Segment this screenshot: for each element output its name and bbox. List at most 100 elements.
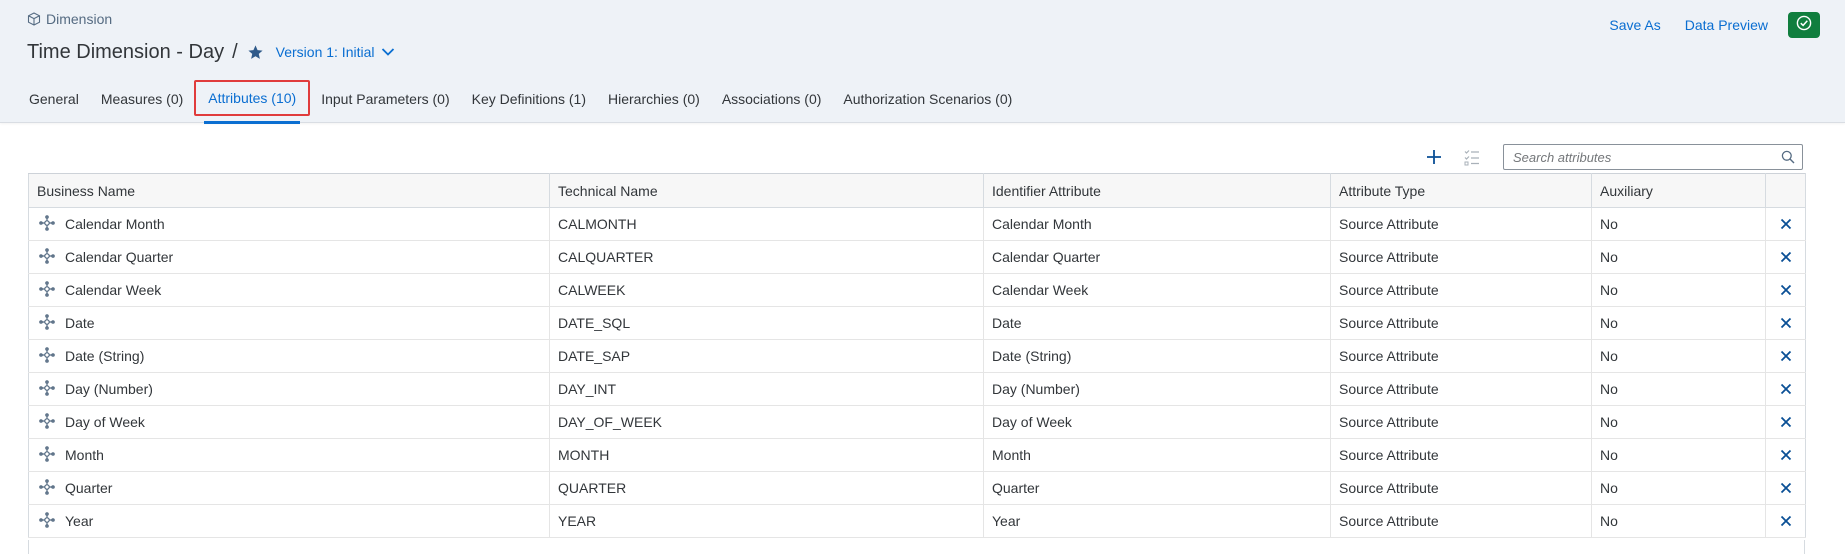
cell-auxiliary: No	[1591, 471, 1766, 505]
close-icon[interactable]	[1774, 218, 1797, 230]
tab-bar: General Measures (0) Attributes (10) Inp…	[18, 80, 1023, 124]
cell-attribute-type: Source Attribute	[1330, 339, 1592, 373]
cell-technical-name: DAY_INT	[549, 372, 984, 406]
cell-actions	[1765, 471, 1806, 505]
attributes-table: Business Name Technical Name Identifier …	[28, 173, 1806, 538]
version-selector[interactable]: Version 1: Initial	[276, 44, 395, 60]
cell-actions	[1765, 405, 1806, 439]
close-icon[interactable]	[1774, 416, 1797, 428]
attribute-icon	[39, 511, 55, 531]
tab-measures[interactable]: Measures (0)	[90, 84, 194, 114]
column-header-technical-name[interactable]: Technical Name	[549, 173, 984, 208]
cell-actions	[1765, 504, 1806, 538]
cell-actions	[1765, 240, 1806, 274]
plus-icon[interactable]	[1421, 144, 1447, 170]
chevron-down-icon	[381, 44, 395, 60]
table-row[interactable]: Year YEAR Year Source Attribute No	[28, 504, 1806, 538]
cell-attribute-type: Source Attribute	[1330, 306, 1592, 340]
cell-technical-name: DATE_SQL	[549, 306, 984, 340]
cell-technical-name: MONTH	[549, 438, 984, 472]
business-name-text: Year	[65, 513, 94, 529]
data-preview-button[interactable]: Data Preview	[1673, 12, 1780, 38]
checklist-icon[interactable]	[1459, 144, 1485, 170]
cell-identifier-attribute: Date (String)	[983, 339, 1331, 373]
cell-identifier-attribute: Calendar Quarter	[983, 240, 1331, 274]
tab-input-parameters[interactable]: Input Parameters (0)	[310, 84, 460, 114]
cell-attribute-type: Source Attribute	[1330, 240, 1592, 274]
save-as-button[interactable]: Save As	[1597, 12, 1672, 38]
tab-attributes[interactable]: Attributes (10)	[194, 80, 311, 124]
table-row[interactable]: Calendar Week CALWEEK Calendar Week Source …	[28, 273, 1806, 307]
table-row[interactable]: Month MONTH Month Source Attribute No	[28, 438, 1806, 472]
breadcrumb-label[interactable]: Dimension	[46, 11, 112, 27]
search-icon[interactable]	[1774, 150, 1802, 164]
column-header-auxiliary[interactable]: Auxiliary	[1591, 173, 1766, 208]
table-row[interactable]: Quarter QUARTER Quarter Source Attribute No	[28, 471, 1806, 505]
cell-technical-name: CALMONTH	[549, 207, 984, 241]
business-name-text: Date	[65, 315, 95, 331]
search-field	[1503, 144, 1803, 170]
title-row: Time Dimension - Day / Version 1: Initia…	[27, 38, 395, 66]
column-header-attribute-type[interactable]: Attribute Type	[1330, 173, 1592, 208]
cell-auxiliary: No	[1591, 207, 1766, 241]
cell-technical-name: CALWEEK	[549, 273, 984, 307]
close-icon[interactable]	[1774, 515, 1797, 527]
table-row[interactable]: Calendar Quarter CALQUARTER Calendar Quart…	[28, 240, 1806, 274]
cell-auxiliary: No	[1591, 405, 1766, 439]
attribute-icon	[39, 478, 55, 498]
cell-identifier-attribute: Quarter	[983, 471, 1331, 505]
close-icon[interactable]	[1774, 317, 1797, 329]
column-header-identifier-attribute[interactable]: Identifier Attribute	[983, 173, 1331, 208]
attribute-icon	[39, 247, 55, 267]
cell-technical-name: YEAR	[549, 504, 984, 538]
cell-auxiliary: No	[1591, 372, 1766, 406]
table-row[interactable]: Date (String) DATE_SAP Date (String) Source…	[28, 339, 1806, 373]
tab-authorization-scenarios[interactable]: Authorization Scenarios (0)	[832, 84, 1023, 114]
cell-identifier-attribute: Day of Week	[983, 405, 1331, 439]
search-input[interactable]	[1504, 149, 1774, 165]
tab-hierarchies[interactable]: Hierarchies (0)	[597, 84, 711, 114]
cell-business-name: Calendar Month	[28, 207, 550, 241]
close-icon[interactable]	[1774, 251, 1797, 263]
table-empty-row	[28, 540, 1805, 554]
object-header: Dimension Time Dimension - Day / Version…	[0, 0, 1845, 124]
cell-actions	[1765, 372, 1806, 406]
business-name-text: Calendar Week	[65, 282, 162, 298]
cell-actions	[1765, 339, 1806, 373]
cell-business-name: Year	[28, 504, 550, 538]
cell-attribute-type: Source Attribute	[1330, 405, 1592, 439]
close-icon[interactable]	[1774, 350, 1797, 362]
cell-auxiliary: No	[1591, 306, 1766, 340]
business-name-text: Day of Week	[65, 414, 145, 430]
close-icon[interactable]	[1774, 449, 1797, 461]
cell-identifier-attribute: Date	[983, 306, 1331, 340]
tab-key-definitions[interactable]: Key Definitions (1)	[461, 84, 597, 114]
breadcrumb: Dimension	[27, 11, 112, 27]
table-row[interactable]: Calendar Month CALMONTH Calendar Month Sour…	[28, 207, 1806, 241]
attribute-icon	[39, 346, 55, 366]
business-name-text: Calendar Month	[65, 216, 165, 232]
cell-business-name: Calendar Week	[28, 273, 550, 307]
cell-technical-name: DAY_OF_WEEK	[549, 405, 984, 439]
column-header-business-name[interactable]: Business Name	[28, 173, 550, 208]
cell-actions	[1765, 438, 1806, 472]
cell-attribute-type: Source Attribute	[1330, 207, 1592, 241]
close-icon[interactable]	[1774, 284, 1797, 296]
table-header-row: Business Name Technical Name Identifier …	[28, 173, 1806, 208]
table-row[interactable]: Day of Week DAY_OF_WEEK Day of Week Source …	[28, 405, 1806, 439]
attribute-icon	[39, 379, 55, 399]
cube-icon	[27, 12, 41, 26]
tab-general[interactable]: General	[18, 84, 90, 114]
business-name-text: Calendar Quarter	[65, 249, 174, 265]
cell-actions	[1765, 273, 1806, 307]
validate-button[interactable]	[1788, 12, 1820, 38]
star-icon[interactable]	[247, 44, 264, 61]
close-icon[interactable]	[1774, 482, 1797, 494]
column-header-actions	[1765, 173, 1806, 208]
table-row[interactable]: Date DATE_SQL Date Source Attribute No	[28, 306, 1806, 340]
close-icon[interactable]	[1774, 383, 1797, 395]
tab-associations[interactable]: Associations (0)	[711, 84, 833, 114]
cell-attribute-type: Source Attribute	[1330, 504, 1592, 538]
cell-business-name: Day of Week	[28, 405, 550, 439]
table-row[interactable]: Day (Number) DAY_INT Day (Number) Source At…	[28, 372, 1806, 406]
